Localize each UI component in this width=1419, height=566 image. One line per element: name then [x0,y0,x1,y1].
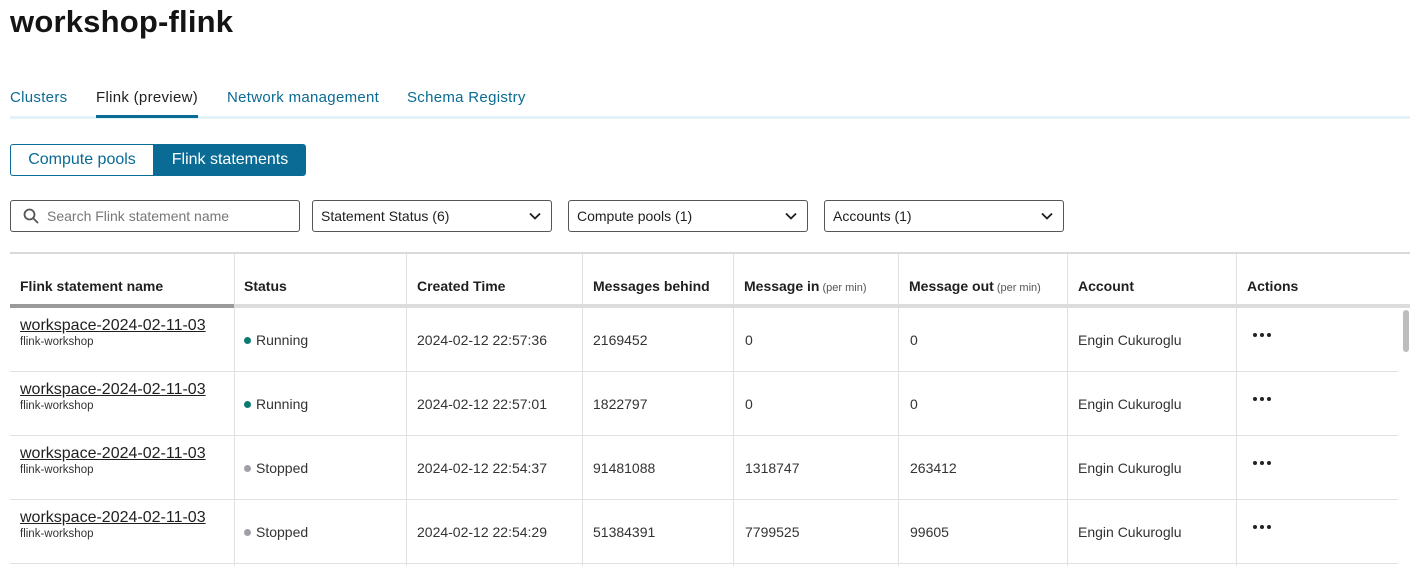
tab-bar: Clusters Flink (preview) Network managem… [10,86,1410,119]
chevron-down-icon [785,212,797,220]
account-cell: Engin Cukuroglu [1078,396,1182,412]
accounts-dropdown[interactable]: Accounts (1) [824,200,1064,232]
created-time-cell: 2024-02-12 22:57:01 [417,396,547,412]
vertical-scrollbar[interactable] [1403,310,1409,352]
created-time-cell: 2024-02-12 22:57:36 [417,332,547,348]
column-header-created-time[interactable]: Created Time [417,278,505,294]
column-header-actions: Actions [1247,278,1299,294]
account-cell: Engin Cukuroglu [1078,332,1182,348]
status-cell: Stopped [244,524,308,540]
tab-clusters[interactable]: Clusters [10,89,67,118]
statement-name-cell: workspace-2024-02-11-03 flink-workshop [20,445,224,476]
compute-pool-name: flink-workshop [20,336,94,348]
compute-pools-dropdown-label: Compute pools (1) [577,208,693,224]
more-horizontal-icon[interactable] [1253,520,1273,534]
statement-name-cell: workspace-2024-02-11-03 flink-workshop [20,317,224,348]
chevron-down-icon [1041,212,1053,220]
status-stopped-dot [244,464,251,472]
compute-pools-dropdown[interactable]: Compute pools (1) [568,200,808,232]
messages-behind-cell: 2169452 [593,332,648,348]
column-header-message-in[interactable]: Message in (per min) [744,278,867,294]
statement-status-dropdown[interactable]: Statement Status (6) [312,200,552,232]
status-cell: Running [244,396,308,412]
column-header-name[interactable]: Flink statement name [20,278,163,294]
created-time-cell: 2024-02-12 22:54:29 [417,524,547,540]
tab-schema-registry[interactable]: Schema Registry [407,89,526,118]
tab-bar-underline [10,116,1410,119]
account-cell: Engin Cukuroglu [1078,460,1182,476]
search-box [10,200,300,232]
message-out-cell: 0 [910,332,918,348]
message-in-cell: 1318747 [745,460,800,476]
search-input[interactable] [45,207,289,225]
statement-name-cell: workspace-2024-02-11-03 flink-workshop [20,509,224,540]
compute-pool-name: flink-workshop [20,528,94,540]
statements-table: Flink statement name Status Created Time… [10,252,1410,566]
tab-network-management[interactable]: Network management [227,89,379,118]
status-stopped-dot [244,528,251,536]
column-header-message-out[interactable]: Message out (per min) [909,278,1041,294]
status-text: Running [256,396,309,412]
column-header-messages-behind[interactable]: Messages behind [593,278,710,294]
accounts-dropdown-label: Accounts (1) [833,208,912,224]
chevron-down-icon [529,212,541,220]
table-header: Flink statement name Status Created Time… [10,254,1410,308]
statement-name-cell: workspace-2024-02-11-03 flink-workshop [20,381,224,412]
message-out-unit: (per min) [996,282,1041,294]
statement-status-dropdown-label: Statement Status (6) [321,208,450,224]
compute-pool-name: flink-workshop [20,464,94,476]
status-cell: Stopped [244,460,308,476]
account-cell: Engin Cukuroglu [1078,524,1182,540]
message-out-label: Message out [909,278,994,294]
page-title: workshop-flink [10,4,234,39]
statement-name-link[interactable]: workspace-2024-02-11-03 [20,317,224,335]
status-text: Stopped [256,460,309,476]
status-cell: Running [244,332,308,348]
flink-statements-button[interactable]: Flink statements [154,144,306,176]
tab-flink-preview[interactable]: Flink (preview) [96,89,199,118]
message-in-label: Message in [744,278,820,294]
more-horizontal-icon[interactable] [1253,328,1273,342]
statement-name-link[interactable]: workspace-2024-02-11-03 [20,381,224,399]
compute-pool-name: flink-workshop [20,400,94,412]
table-row[interactable]: workspace-2024-02-11-03 flink-workshop R… [10,308,1398,372]
messages-behind-cell: 1822797 [593,396,648,412]
created-time-cell: 2024-02-12 22:54:37 [417,460,547,476]
status-running-dot [244,336,251,344]
table-row[interactable]: workspace-2024-02-11-03 flink-workshop S… [10,500,1398,564]
status-text: Running [256,332,309,348]
message-out-cell: 263412 [910,460,957,476]
more-horizontal-icon[interactable] [1253,392,1273,406]
messages-behind-cell: 91481088 [593,460,656,476]
message-in-cell: 7799525 [745,524,800,540]
messages-behind-cell: 51384391 [593,524,656,540]
message-out-cell: 99605 [910,524,949,540]
message-in-cell: 0 [745,396,753,412]
column-header-status[interactable]: Status [244,278,287,294]
statement-name-link[interactable]: workspace-2024-02-11-03 [20,509,224,527]
compute-pools-button[interactable]: Compute pools [10,144,154,176]
message-in-unit: (per min) [822,282,867,294]
view-toggle: Compute pools Flink statements [10,144,306,176]
message-out-cell: 0 [910,396,918,412]
search-icon [23,208,39,224]
column-header-account[interactable]: Account [1078,278,1134,294]
message-in-cell: 0 [745,332,753,348]
statement-name-link[interactable]: workspace-2024-02-11-03 [20,445,224,463]
status-running-dot [244,400,251,408]
table-row[interactable]: workspace-2024-02-11-03 flink-workshop R… [10,372,1398,436]
status-text: Stopped [256,524,309,540]
more-horizontal-icon[interactable] [1253,456,1273,470]
table-row[interactable]: workspace-2024-02-11-03 flink-workshop S… [10,436,1398,500]
